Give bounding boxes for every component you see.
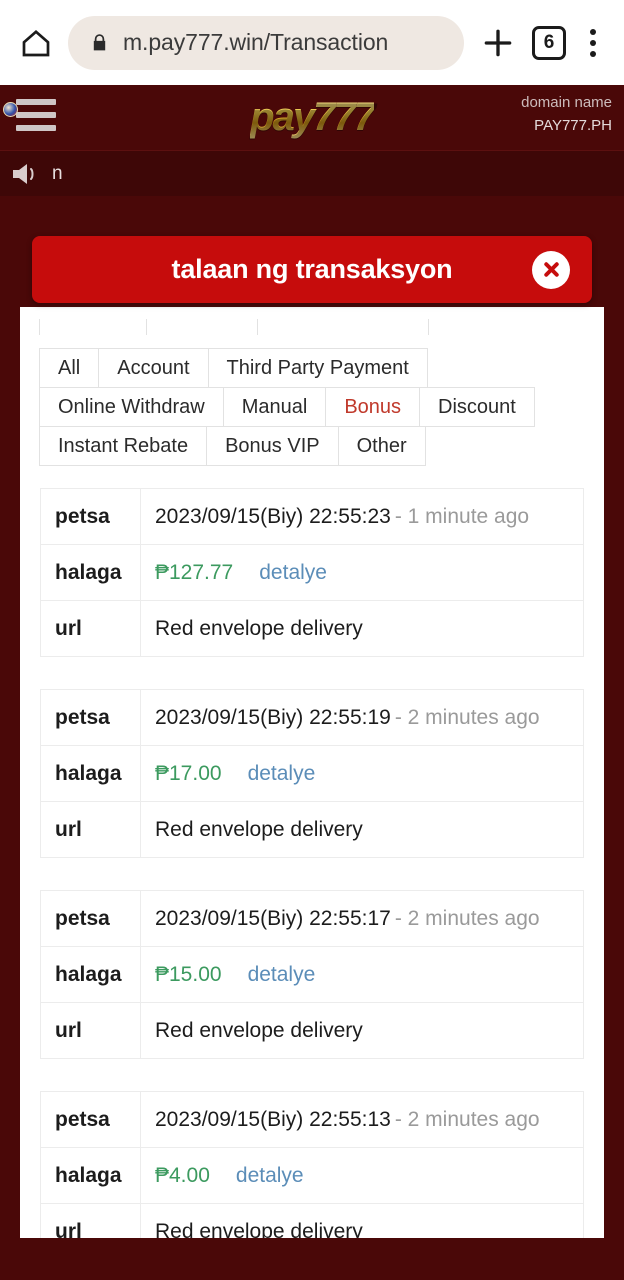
amount-text: ₱4.00 bbox=[155, 1163, 210, 1187]
amount-text: ₱17.00 bbox=[155, 761, 222, 785]
table-row: halaga ₱17.00 detalye bbox=[41, 746, 583, 802]
tab-clipped[interactable] bbox=[39, 319, 147, 335]
transaction-card: petsa 2023/09/15(Biy) 22:55:19 - 2 minut… bbox=[40, 689, 584, 858]
row-value-date: 2023/09/15(Biy) 22:55:13 - 2 minutes ago bbox=[141, 1092, 583, 1147]
detail-link[interactable]: detalye bbox=[236, 1164, 304, 1188]
site-header: pay777 domain name PAY777.PH bbox=[0, 85, 624, 150]
hamburger-icon[interactable] bbox=[16, 99, 56, 131]
date-text: 2023/09/15(Biy) 22:55:13 bbox=[155, 1107, 391, 1131]
table-row: url Red envelope delivery bbox=[41, 1204, 583, 1238]
tab-discount[interactable]: Discount bbox=[419, 387, 535, 427]
relative-time: - 2 minutes ago bbox=[394, 1107, 540, 1131]
address-bar[interactable]: m.pay777.win/Transaction bbox=[68, 15, 464, 70]
row-value-url: Red envelope delivery bbox=[155, 1219, 363, 1239]
table-row: url Red envelope delivery bbox=[41, 802, 583, 858]
tab-count-button[interactable]: 6 bbox=[532, 25, 566, 60]
tab-account[interactable]: Account bbox=[98, 348, 209, 388]
date-text: 2023/09/15(Biy) 22:55:17 bbox=[155, 906, 391, 930]
tab-manual[interactable]: Manual bbox=[222, 387, 327, 427]
row-label-url: url bbox=[41, 802, 141, 857]
row-label-amount: halaga bbox=[41, 947, 141, 1002]
row-label-url: url bbox=[41, 1003, 141, 1058]
table-row: url Red envelope delivery bbox=[41, 601, 583, 657]
row-label-amount: halaga bbox=[41, 1148, 141, 1203]
logo-text: pay777 bbox=[250, 95, 376, 139]
transaction-card: petsa 2023/09/15(Biy) 22:55:13 - 2 minut… bbox=[40, 1091, 584, 1238]
row-label-amount: halaga bbox=[41, 545, 141, 600]
url-text: m.pay777.win/Transaction bbox=[123, 29, 389, 55]
home-icon[interactable] bbox=[18, 25, 54, 61]
marquee-text: n bbox=[52, 162, 63, 184]
new-tab-icon[interactable] bbox=[478, 23, 518, 63]
site-viewport: pay777 domain name PAY777.PH n talaan ng… bbox=[0, 85, 624, 1280]
announcement-marquee[interactable]: n bbox=[0, 150, 624, 196]
kebab-menu-icon[interactable] bbox=[580, 26, 606, 60]
amount-text: ₱127.77 bbox=[155, 560, 234, 584]
relative-time: - 1 minute ago bbox=[394, 504, 530, 528]
relative-time: - 2 minutes ago bbox=[394, 705, 540, 729]
row-label-url: url bbox=[41, 601, 141, 656]
row-value-url: Red envelope delivery bbox=[155, 616, 363, 640]
domain-value: PAY777.PH bbox=[534, 117, 612, 135]
transaction-card: petsa 2023/09/15(Biy) 22:55:17 - 2 minut… bbox=[40, 890, 584, 1059]
row-value-amount: ₱15.00 detalye bbox=[141, 947, 583, 1002]
content-panel: All Account Third Party Payment Online W… bbox=[20, 307, 604, 1238]
amount-text: ₱15.00 bbox=[155, 962, 222, 986]
date-text: 2023/09/15(Biy) 22:55:23 bbox=[155, 504, 391, 528]
domain-label: domain name bbox=[521, 94, 612, 111]
speaker-icon bbox=[10, 161, 44, 187]
row-value-url: Red envelope delivery bbox=[155, 817, 363, 841]
row-value-date: 2023/09/15(Biy) 22:55:23 - 1 minute ago bbox=[141, 489, 583, 544]
row-value-url: Red envelope delivery bbox=[155, 1018, 363, 1042]
tab-instant-rebate[interactable]: Instant Rebate bbox=[39, 426, 208, 466]
close-icon[interactable] bbox=[532, 250, 570, 289]
row-value-date: 2023/09/15(Biy) 22:55:19 - 2 minutes ago bbox=[141, 690, 583, 745]
tab-online-withdraw[interactable]: Online Withdraw bbox=[39, 387, 224, 427]
tab-all[interactable]: All bbox=[39, 348, 100, 388]
table-row: petsa 2023/09/15(Biy) 22:55:23 - 1 minut… bbox=[41, 489, 583, 545]
tab-bonus-vip[interactable]: Bonus VIP bbox=[206, 426, 339, 466]
table-row: halaga ₱4.00 detalye bbox=[41, 1148, 583, 1204]
row-value-amount: ₱127.77 detalye bbox=[141, 545, 583, 600]
row-label-date: petsa bbox=[41, 891, 141, 946]
row-label-url: url bbox=[41, 1204, 141, 1238]
row-label-date: petsa bbox=[41, 1092, 141, 1147]
lock-icon bbox=[90, 31, 109, 54]
row-label-date: petsa bbox=[41, 489, 141, 544]
transaction-card: petsa 2023/09/15(Biy) 22:55:23 - 1 minut… bbox=[40, 488, 584, 657]
banner-title: talaan ng transaksyon bbox=[171, 254, 453, 284]
detail-link[interactable]: detalye bbox=[259, 561, 327, 585]
tab-other[interactable]: Other bbox=[337, 426, 426, 466]
date-text: 2023/09/15(Biy) 22:55:19 bbox=[155, 705, 391, 729]
detail-link[interactable]: detalye bbox=[248, 963, 316, 987]
table-row: petsa 2023/09/15(Biy) 22:55:13 - 2 minut… bbox=[41, 1092, 583, 1148]
filter-tabs-clipped-row bbox=[20, 319, 604, 335]
row-label-date: petsa bbox=[41, 690, 141, 745]
row-value-date: 2023/09/15(Biy) 22:55:17 - 2 minutes ago bbox=[141, 891, 583, 946]
table-row: petsa 2023/09/15(Biy) 22:55:19 - 2 minut… bbox=[41, 690, 583, 746]
tab-third-party-payment[interactable]: Third Party Payment bbox=[207, 348, 428, 388]
table-row: petsa 2023/09/15(Biy) 22:55:17 - 2 minut… bbox=[41, 891, 583, 947]
row-value-amount: ₱4.00 detalye bbox=[141, 1148, 583, 1203]
table-row: halaga ₱127.77 detalye bbox=[41, 545, 583, 601]
tab-clipped[interactable] bbox=[257, 319, 429, 335]
table-row: url Red envelope delivery bbox=[41, 1003, 583, 1059]
browser-toolbar: m.pay777.win/Transaction 6 bbox=[0, 0, 624, 85]
domain-info: domain name PAY777.PH bbox=[521, 91, 612, 138]
tab-bonus[interactable]: Bonus bbox=[325, 387, 421, 427]
tab-clipped[interactable] bbox=[146, 319, 258, 335]
row-label-amount: halaga bbox=[41, 746, 141, 801]
transaction-record-banner: talaan ng transaksyon bbox=[32, 236, 592, 303]
relative-time: - 2 minutes ago bbox=[394, 906, 540, 930]
detail-link[interactable]: detalye bbox=[248, 762, 316, 786]
table-row: halaga ₱15.00 detalye bbox=[41, 947, 583, 1003]
filter-tabs: All Account Third Party Payment Online W… bbox=[20, 335, 604, 466]
transaction-list: petsa 2023/09/15(Biy) 22:55:23 - 1 minut… bbox=[20, 466, 604, 1238]
row-value-amount: ₱17.00 detalye bbox=[141, 746, 583, 801]
